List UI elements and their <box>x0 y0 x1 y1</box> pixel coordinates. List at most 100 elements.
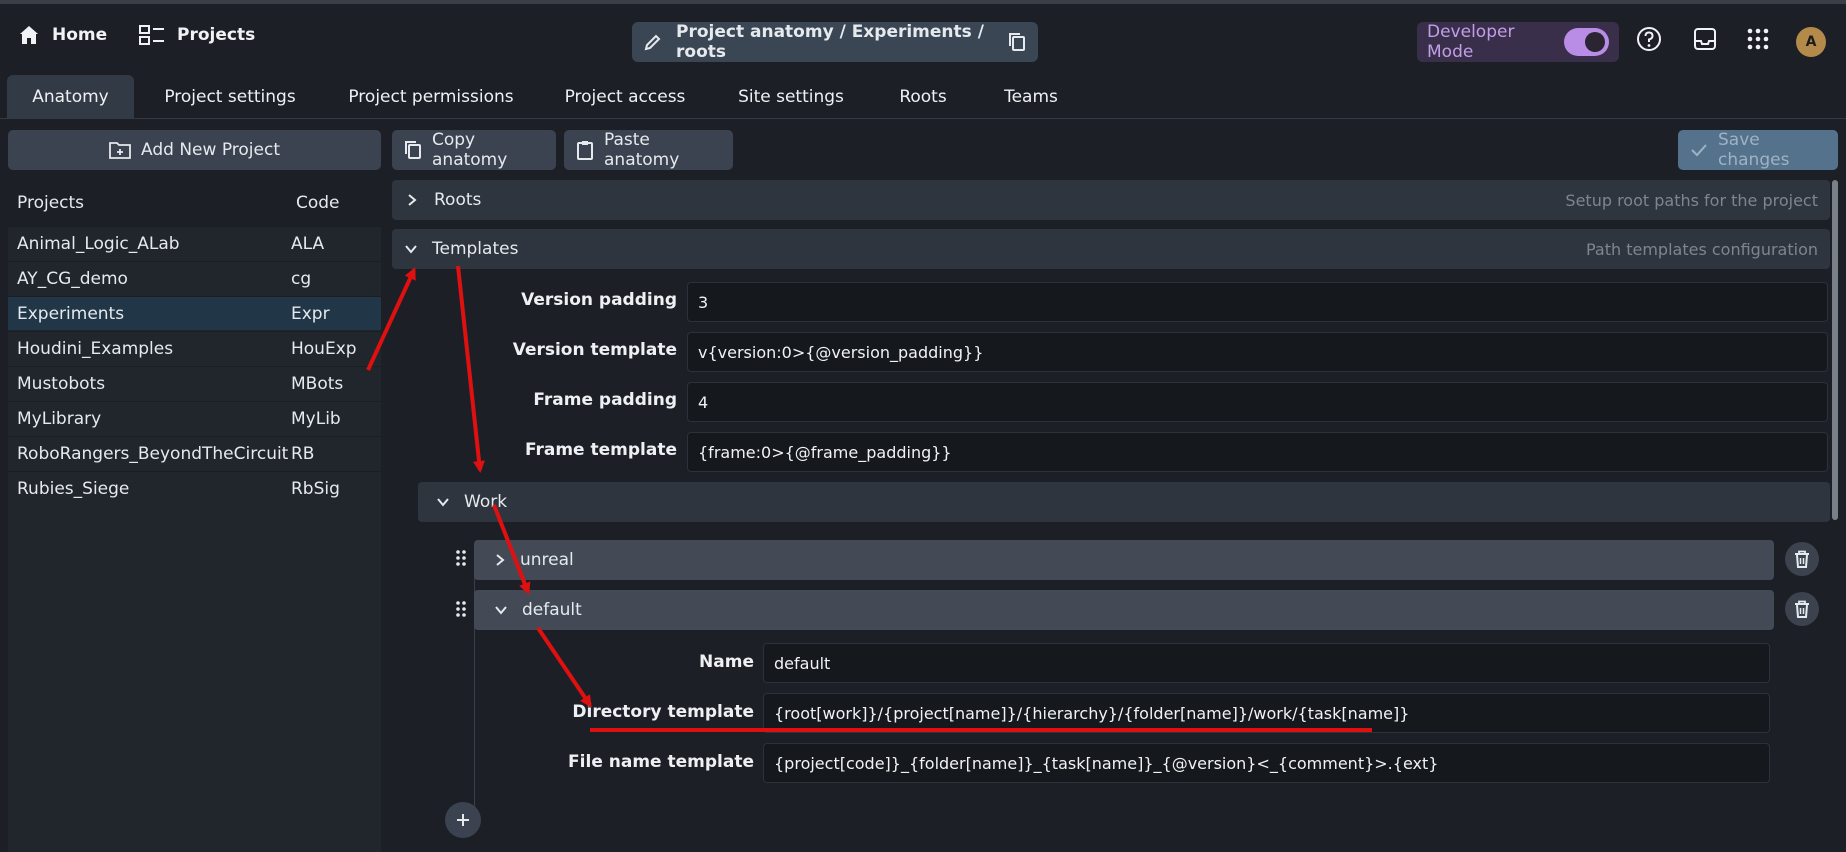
templates-section-header[interactable]: Templates Path templates configuration <box>392 229 1830 269</box>
chevron-down-icon <box>436 496 450 508</box>
tab-project-permissions[interactable]: Project permissions <box>340 75 522 119</box>
version-padding-label: Version padding <box>521 290 677 310</box>
trash-icon <box>1794 550 1810 568</box>
tab-bar: Anatomy Project settings Project permiss… <box>0 75 1846 119</box>
tab-project-settings[interactable]: Project settings <box>150 75 310 119</box>
project-list: Projects Code Animal_Logic_ALab ALA AY_C… <box>8 180 381 852</box>
project-row[interactable]: RoboRangers_BeyondTheCircuit RB <box>8 436 381 470</box>
file-name-template-input[interactable]: {project[code]}_{folder[name]}_{task[nam… <box>763 743 1770 783</box>
copy-anatomy-label: Copy anatomy <box>432 130 508 170</box>
roots-section-header[interactable]: Roots Setup root paths for the project <box>392 180 1830 220</box>
project-row[interactable]: Mustobots MBots <box>8 366 381 400</box>
folder-add-icon <box>109 141 131 159</box>
project-name: Mustobots <box>17 373 106 394</box>
projects-label: Projects <box>177 25 256 45</box>
projects-link[interactable]: Projects <box>139 24 255 46</box>
check-icon <box>1690 143 1708 157</box>
clipboard-icon <box>576 140 594 160</box>
home-label: Home <box>52 25 108 45</box>
column-code[interactable]: Code <box>296 193 340 213</box>
breadcrumb-text: Project anatomy / Experiments / roots <box>676 22 984 62</box>
tab-teams[interactable]: Teams <box>996 75 1066 119</box>
breadcrumb[interactable]: Project anatomy / Experiments / roots <box>632 22 1038 62</box>
project-row-selected[interactable]: Experiments Expr <box>8 296 381 330</box>
tab-site-settings[interactable]: Site settings <box>727 75 855 119</box>
project-name: Houdini_Examples <box>17 338 174 359</box>
drag-handle-icon[interactable] <box>454 600 468 618</box>
frame-template-label: Frame template <box>524 440 677 460</box>
copy-anatomy-button[interactable]: Copy anatomy <box>392 130 556 170</box>
frame-padding-input[interactable]: 4 <box>687 382 1828 422</box>
plus-icon <box>455 812 471 828</box>
inbox-icon[interactable] <box>1692 26 1718 52</box>
tab-anatomy[interactable]: Anatomy <box>7 75 134 119</box>
developer-mode-toggle[interactable]: Developer Mode <box>1417 22 1619 62</box>
column-projects[interactable]: Projects <box>17 193 84 213</box>
work-item-unreal[interactable]: unreal <box>474 540 1774 580</box>
chevron-right-icon <box>494 553 506 567</box>
project-row[interactable]: MyLibrary MyLib <box>8 401 381 435</box>
project-row[interactable]: Rubies_Siege RbSig <box>8 471 381 505</box>
frame-template-input[interactable]: {frame:0>{@frame_padding}} <box>687 432 1828 472</box>
developer-mode-label: Developer Mode <box>1427 22 1515 62</box>
tab-roots[interactable]: Roots <box>888 75 958 119</box>
trash-icon <box>1794 600 1810 618</box>
drag-handle-icon[interactable] <box>454 549 468 567</box>
project-code: MBots <box>291 373 344 394</box>
version-padding-input[interactable]: 3 <box>687 282 1828 322</box>
project-name: Animal_Logic_ALab <box>17 233 180 254</box>
apps-grid-icon[interactable] <box>1745 26 1771 52</box>
directory-template-label: Directory template <box>572 702 754 722</box>
copy-icon[interactable] <box>1008 32 1026 52</box>
project-row[interactable]: Houdini_Examples HouExp <box>8 331 381 365</box>
add-new-project-button[interactable]: Add New Project <box>8 130 381 170</box>
chevron-right-icon <box>406 193 418 207</box>
work-section-header[interactable]: Work <box>418 482 1830 522</box>
chevron-down-icon <box>494 604 508 616</box>
work-item-label: default <box>522 600 582 620</box>
roots-section-hint: Setup root paths for the project <box>1565 190 1818 210</box>
project-name: MyLibrary <box>17 408 102 429</box>
work-section-title: Work <box>464 492 508 512</box>
avatar[interactable]: A <box>1796 27 1826 57</box>
save-changes-label: Save changes <box>1718 130 1790 170</box>
pencil-icon[interactable] <box>644 33 662 51</box>
roots-section-title: Roots <box>434 190 482 210</box>
projects-icon <box>139 24 165 46</box>
version-template-label: Version template <box>512 340 677 360</box>
tab-project-access[interactable]: Project access <box>555 75 695 119</box>
project-name: Rubies_Siege <box>17 478 130 499</box>
top-bar: Home Projects Project anatomy / Experime… <box>0 0 1846 75</box>
copy-icon <box>404 140 422 160</box>
delete-unreal-button[interactable] <box>1785 542 1819 576</box>
name-input[interactable]: default <box>763 643 1770 683</box>
work-item-label: unreal <box>520 550 574 570</box>
project-row[interactable]: AY_CG_demo cg <box>8 261 381 295</box>
templates-section-title: Templates <box>432 239 519 259</box>
project-code: MyLib <box>291 408 341 429</box>
project-code: HouExp <box>291 338 357 359</box>
paste-anatomy-button[interactable]: Paste anatomy <box>564 130 733 170</box>
help-icon[interactable] <box>1636 26 1662 52</box>
home-link[interactable]: Home <box>18 24 107 46</box>
project-name: RoboRangers_BeyondTheCircuit <box>17 443 289 464</box>
delete-default-button[interactable] <box>1785 592 1819 626</box>
work-item-default[interactable]: default <box>474 590 1774 630</box>
project-code: cg <box>291 268 312 289</box>
content-scrollbar[interactable] <box>1832 180 1838 520</box>
project-code: Expr <box>291 303 330 324</box>
project-row[interactable]: Animal_Logic_ALab ALA <box>8 226 381 260</box>
name-label: Name <box>699 652 754 672</box>
templates-section-hint: Path templates configuration <box>1585 239 1818 259</box>
save-changes-button[interactable]: Save changes <box>1678 130 1838 170</box>
add-work-item-button[interactable] <box>445 802 481 838</box>
toggle-switch[interactable] <box>1564 28 1609 56</box>
paste-anatomy-label: Paste anatomy <box>604 130 680 170</box>
project-code: RbSig <box>291 478 340 499</box>
home-icon <box>18 24 40 46</box>
directory-template-input[interactable]: {root[work]}/{project[name]}/{hierarchy}… <box>763 693 1770 733</box>
add-new-project-label: Add New Project <box>141 140 280 160</box>
frame-padding-label: Frame padding <box>533 390 677 410</box>
chevron-down-icon <box>404 243 418 255</box>
version-template-input[interactable]: v{version:0>{@version_padding}} <box>687 332 1828 372</box>
